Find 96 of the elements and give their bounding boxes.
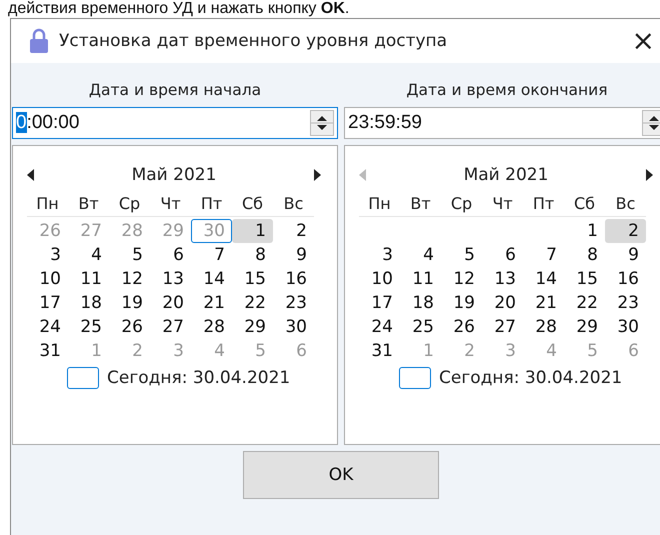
calendar-day[interactable]: 17 [359,291,400,315]
calendar-day[interactable]: 15 [232,267,273,291]
weekday-label: Вт [77,193,100,215]
calendar-day[interactable]: 25 [400,315,441,339]
weekday-label: Ср [450,193,474,215]
calendar-day[interactable]: 2 [273,219,314,243]
calendar-day[interactable]: 29 [232,315,273,339]
weekday-label: Сб [240,193,264,215]
today-link[interactable]: Сегодня: 30.04.2021 [439,368,622,388]
calendar-day[interactable]: 14 [191,267,232,291]
calendar-day[interactable]: 23 [605,291,646,315]
calendar-day[interactable]: 15 [564,267,605,291]
weekday-label: Пн [367,193,392,215]
weekday-label: Пт [200,193,224,215]
calendar-day[interactable]: 7 [523,243,564,267]
calendar-day[interactable]: 7 [191,243,232,267]
calendar-day[interactable]: 12 [109,267,150,291]
calendar-day[interactable]: 3 [359,243,400,267]
column-label: Дата и время начала [88,80,262,101]
calendar-day[interactable]: 26 [109,315,150,339]
calendar-day[interactable]: 1 [232,219,273,243]
calendar-day[interactable]: 16 [273,267,314,291]
calendar-day[interactable]: 22 [564,291,605,315]
calendar-day[interactable]: 6 [150,243,191,267]
next-month-icon[interactable] [645,169,653,181]
calendar-day[interactable]: 19 [441,291,482,315]
calendar-day[interactable]: 8 [232,243,273,267]
calendar-day[interactable]: 8 [564,243,605,267]
calendar-day[interactable]: 1 [564,219,605,243]
calendar-day[interactable]: 20 [150,291,191,315]
calendar-day[interactable]: 3 [27,243,68,267]
calendar-day[interactable]: 19 [109,291,150,315]
weekday-label: Сб [572,193,596,215]
calendar-day[interactable]: 4 [400,243,441,267]
calendar-day[interactable]: 28 [191,315,232,339]
calendar-day[interactable]: 24 [359,315,400,339]
ok-button[interactable]: OK [243,451,439,499]
calendar-day[interactable]: 28 [523,315,564,339]
calendar-day[interactable]: 10 [359,267,400,291]
column-label: Дата и время окончания [405,80,609,101]
weekday-label: Чт [491,193,514,215]
calendar-day[interactable]: 23 [273,291,314,315]
calendar-day[interactable]: 10 [27,267,68,291]
weekday-label: Вс [282,193,304,215]
calendar-day[interactable]: 12 [441,267,482,291]
month-title: Май 2021 [464,165,548,185]
calendar-day[interactable]: 30 [273,315,314,339]
calendar-day[interactable]: 26 [441,315,482,339]
calendar-day[interactable]: 2 [605,219,646,243]
padlock-icon [29,28,49,54]
calendar-day[interactable]: 9 [273,243,314,267]
calendar-day[interactable]: 30 [605,315,646,339]
calendar-day[interactable]: 13 [482,267,523,291]
calendar-day[interactable]: 18 [68,291,109,315]
calendar-day[interactable]: 11 [68,267,109,291]
calendar-day[interactable]: 11 [400,267,441,291]
weekday-label: Чт [159,193,182,215]
today-link[interactable]: Сегодня: 30.04.2021 [107,368,290,388]
spinner-icon[interactable] [310,110,334,136]
calendar-day[interactable]: 21 [191,291,232,315]
calendar-day[interactable]: 27 [150,315,191,339]
calendar-day[interactable]: 29 [564,315,605,339]
weekday-label: Вс [614,193,636,215]
calendar-day[interactable]: 31 [359,339,400,363]
calendar-day[interactable]: 13 [150,267,191,291]
spinner-icon[interactable] [642,110,660,136]
calendar-day[interactable]: 22 [232,291,273,315]
calendar-day[interactable]: 31 [27,339,68,363]
calendar-day[interactable]: 25 [68,315,109,339]
calendar-day[interactable]: 18 [400,291,441,315]
weekday-label: Ср [118,193,142,215]
calendar-day[interactable]: 5 [109,243,150,267]
calendar-day[interactable]: 21 [523,291,564,315]
today-marker-icon [399,367,431,389]
calendar-day[interactable]: 20 [482,291,523,315]
weekday-label: Пн [35,193,60,215]
calendar-day[interactable]: 4 [68,243,109,267]
month-title: Май 2021 [132,165,216,185]
calendar-day[interactable]: 24 [27,315,68,339]
next-month-icon[interactable] [313,169,321,181]
instruction-text: действия временного УД и нажать кнопку OK. [7,0,350,18]
calendar-day[interactable]: 17 [27,291,68,315]
calendar-day[interactable]: 14 [523,267,564,291]
window-title: Установка дат временного уровня доступа [59,31,448,51]
calendar-day[interactable]: 27 [482,315,523,339]
weekday-label: Вт [409,193,432,215]
calendar-day[interactable]: 16 [605,267,646,291]
calendar-day[interactable]: 9 [605,243,646,267]
today-marker-icon [67,367,99,389]
close-button[interactable]: × [628,27,659,55]
prev-month-icon[interactable] [27,169,35,181]
calendar-day[interactable]: 6 [482,243,523,267]
weekday-label: Пт [532,193,556,215]
calendar-day[interactable]: 5 [441,243,482,267]
time-field[interactable]: 0:00:00 [12,107,338,139]
time-field[interactable]: 23:59:59 [344,107,660,139]
